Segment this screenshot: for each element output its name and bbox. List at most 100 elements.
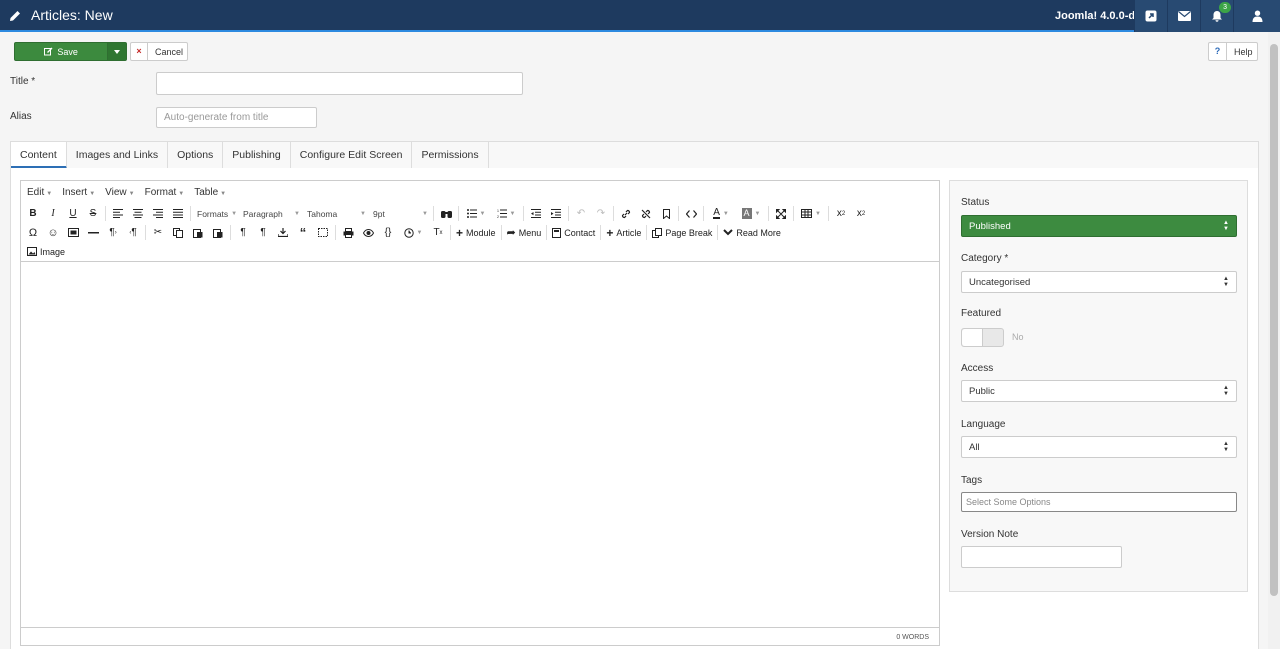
insert-time-icon[interactable]: ▼	[398, 223, 428, 242]
menu-view[interactable]: View ▼	[105, 187, 134, 198]
background-color-icon[interactable]: A ▼	[736, 204, 766, 223]
paste-icon[interactable]	[188, 223, 208, 242]
emoticons-icon[interactable]: ☺	[43, 223, 63, 242]
version-note-input[interactable]	[961, 546, 1122, 568]
insert-contact-button[interactable]: Contact	[549, 223, 598, 242]
insert-image-button[interactable]: Image	[23, 242, 68, 261]
page-scrollbar[interactable]	[1268, 32, 1280, 649]
undo-icon[interactable]: ↶	[571, 204, 591, 223]
special-character-icon[interactable]: Ω	[23, 223, 43, 242]
print-icon[interactable]	[338, 223, 358, 242]
ltr-icon[interactable]: ¶ ›	[103, 223, 123, 242]
paste-text-icon[interactable]	[208, 223, 228, 242]
tags-input[interactable]: Select Some Options	[961, 492, 1237, 512]
horizontal-rule-icon[interactable]	[83, 223, 103, 242]
plus-icon: +	[606, 225, 614, 240]
strikethrough-icon[interactable]: S	[83, 204, 103, 223]
align-left-icon[interactable]	[108, 204, 128, 223]
template-code-icon[interactable]: {}	[378, 223, 398, 242]
language-select[interactable]: All ▲ ▼	[961, 436, 1237, 458]
align-justify-icon[interactable]	[168, 204, 188, 223]
pencil-icon	[10, 11, 20, 21]
font-size-dropdown[interactable]: 9pt ▼	[369, 204, 431, 223]
insert-datetime-icon[interactable]	[273, 223, 293, 242]
link-icon[interactable]	[616, 204, 636, 223]
menu-format[interactable]: Format ▼	[145, 187, 185, 198]
cancel-button[interactable]: × Cancel	[130, 42, 188, 61]
find-replace-icon[interactable]	[436, 204, 456, 223]
bullet-list-icon[interactable]: ▼	[461, 204, 491, 223]
unlink-icon[interactable]	[636, 204, 656, 223]
blockquote-icon[interactable]: “	[293, 223, 313, 242]
menu-table[interactable]: Table ▼	[194, 187, 226, 198]
formats-dropdown[interactable]: Formats ▼	[193, 204, 239, 223]
menu-edit[interactable]: Edit ▼	[27, 187, 52, 198]
save-label: Save	[57, 46, 78, 57]
alias-input[interactable]: Auto-generate from title	[156, 107, 317, 128]
clear-formatting-icon[interactable]: Tx	[428, 223, 448, 242]
redo-icon[interactable]: ↷	[591, 204, 611, 223]
numbered-list-icon[interactable]: 1 2 ▼	[491, 204, 521, 223]
rtl-icon[interactable]: ‹ ¶	[123, 223, 143, 242]
template-icon[interactable]	[313, 223, 333, 242]
show-blocks-icon[interactable]: ¶	[233, 223, 253, 242]
help-button[interactable]: ? Help	[1208, 42, 1258, 61]
external-link-icon	[1145, 10, 1157, 22]
title-input[interactable]	[156, 72, 523, 95]
notifications-button[interactable]: 3	[1200, 0, 1233, 32]
underline-icon[interactable]: U	[63, 204, 83, 223]
insert-readmore-button[interactable]: Read More	[720, 223, 784, 242]
cancel-label: Cancel	[155, 46, 184, 57]
share-icon: ➦	[506, 227, 516, 239]
bookmark-icon[interactable]	[656, 204, 676, 223]
superscript-icon[interactable]: x2	[851, 204, 871, 223]
bold-icon[interactable]: B	[23, 204, 43, 223]
title-label: Title *	[10, 76, 36, 87]
table-icon[interactable]: ▼	[796, 204, 826, 223]
access-label: Access	[961, 363, 994, 374]
language-label: Language	[961, 419, 1006, 430]
menu-insert[interactable]: Insert ▼	[62, 187, 95, 198]
font-family-dropdown[interactable]: Tahoma ▼	[303, 204, 369, 223]
insert-pagebreak-button[interactable]: Page Break	[649, 223, 715, 242]
editor-toolbar-row-2: Ω ☺ ¶ › ‹ ¶ ✂ ¶ ¶ “ {} ▼ Tx + Module ➦ Menu …	[23, 223, 784, 242]
cut-icon[interactable]: ✂	[148, 223, 168, 242]
status-select[interactable]: Published ▲ ▼	[961, 215, 1237, 237]
visual-chars-icon[interactable]: ¶	[253, 223, 273, 242]
tab-permissions[interactable]: Permissions	[412, 142, 489, 169]
align-right-icon[interactable]	[148, 204, 168, 223]
insert-module-button[interactable]: + Module	[453, 223, 499, 242]
media-icon[interactable]	[63, 223, 83, 242]
insert-menu-button[interactable]: ➦ Menu	[504, 223, 545, 242]
block-format-dropdown[interactable]: Paragraph ▼	[239, 204, 303, 223]
status-label: Status	[961, 197, 990, 208]
edit-icon	[44, 47, 53, 56]
category-label: Category *	[961, 253, 1009, 264]
tab-publishing[interactable]: Publishing	[223, 142, 291, 169]
messages-button[interactable]	[1167, 0, 1200, 32]
category-select[interactable]: Uncategorised ▲ ▼	[961, 271, 1237, 293]
indent-icon[interactable]	[546, 204, 566, 223]
fullscreen-icon[interactable]	[771, 204, 791, 223]
tab-options[interactable]: Options	[168, 142, 224, 169]
insert-article-button[interactable]: + Article	[603, 223, 644, 242]
copy-icon[interactable]	[168, 223, 188, 242]
help-label: Help	[1234, 46, 1253, 57]
italic-icon[interactable]: I	[43, 204, 63, 223]
tab-configure-edit-screen[interactable]: Configure Edit Screen	[291, 142, 413, 169]
text-color-icon[interactable]: A ▼	[706, 204, 736, 223]
save-button[interactable]: Save	[15, 43, 107, 60]
user-menu-button[interactable]	[1233, 0, 1280, 32]
view-site-button[interactable]	[1134, 0, 1167, 32]
editor-content-area[interactable]	[21, 261, 939, 628]
tab-content[interactable]: Content	[11, 142, 67, 169]
save-options-dropdown[interactable]	[107, 43, 126, 60]
subscript-icon[interactable]: x2	[831, 204, 851, 223]
access-select[interactable]: Public ▲ ▼	[961, 380, 1237, 402]
outdent-icon[interactable]	[526, 204, 546, 223]
preview-icon[interactable]	[358, 223, 378, 242]
code-icon[interactable]	[681, 204, 701, 223]
tab-images-and-links[interactable]: Images and Links	[67, 142, 169, 169]
featured-toggle[interactable]	[961, 328, 1004, 347]
align-center-icon[interactable]	[128, 204, 148, 223]
